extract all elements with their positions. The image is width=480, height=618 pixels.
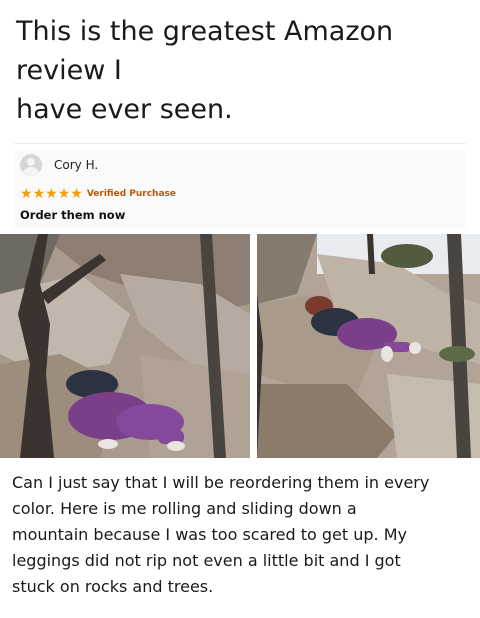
- review-body-line: color. Here is me rolling and sliding do…: [12, 499, 357, 518]
- star-icon: ★: [70, 186, 83, 202]
- star-icon: ★: [32, 186, 46, 202]
- avatar[interactable]: [20, 154, 42, 176]
- star-icon: ★: [45, 186, 58, 202]
- star-icon: ★: [20, 186, 33, 202]
- review-body: Can I just say that I will be reordering…: [12, 470, 474, 600]
- review-body-line: mountain because I was too scared to get…: [12, 525, 407, 544]
- review-body-line: leggings did not rip not even a little b…: [12, 551, 401, 570]
- review-body-line: Can I just say that I will be reordering…: [12, 473, 430, 492]
- reviewer-name[interactable]: Cory H.: [54, 158, 98, 172]
- review-body-line: stuck on rocks and trees.: [12, 577, 214, 596]
- review-photo-right[interactable]: [257, 234, 480, 458]
- star-icon: ★: [57, 186, 71, 202]
- star-rating: ★ ★ ★ ★ ★ Verified Purchase: [20, 186, 176, 202]
- headline-line: review I: [16, 55, 122, 86]
- review-title: Order them now: [20, 208, 126, 222]
- divider: [14, 143, 466, 144]
- verified-purchase-badge: Verified Purchase: [86, 189, 176, 199]
- review-card: Cory H. ★ ★ ★ ★ ★ Verified Purchase Orde…: [14, 150, 466, 228]
- review-photo-left[interactable]: [0, 234, 250, 458]
- headline-line: This is the greatest Amazon: [16, 16, 394, 47]
- post-headline: This is the greatest Amazon review I hav…: [16, 12, 456, 129]
- headline-line: have ever seen.: [16, 94, 233, 125]
